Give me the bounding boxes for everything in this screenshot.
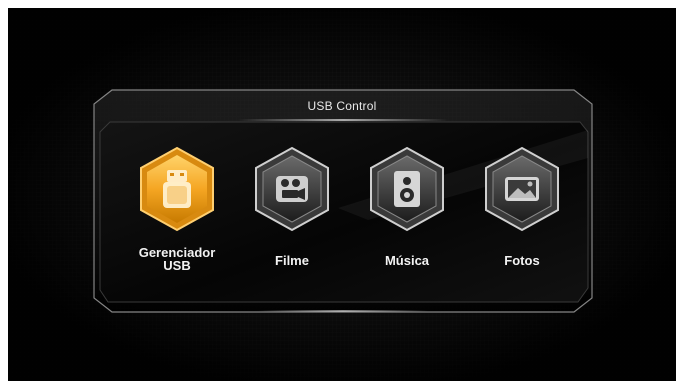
movie-camera-icon — [255, 146, 329, 232]
speaker-icon — [370, 146, 444, 232]
menu-item-label: Gerenciador USB — [138, 245, 216, 273]
menu-item-fotos[interactable]: Fotos — [470, 146, 574, 281]
menu-item-label: Fotos — [504, 253, 540, 268]
tv-screen: USB Control Gerenciador USB Filme Música… — [8, 8, 676, 381]
menu-item-gerenciador-usb[interactable]: Gerenciador USB — [125, 146, 229, 281]
usb-drive-icon — [140, 146, 214, 232]
menu-item-label: Filme — [275, 253, 309, 268]
menu-item-label: Música — [384, 253, 430, 268]
menu-item-musica[interactable]: Música — [355, 146, 459, 281]
menu-item-filme[interactable]: Filme — [240, 146, 344, 281]
panel-title: USB Control — [307, 99, 377, 113]
photo-icon — [485, 146, 559, 232]
